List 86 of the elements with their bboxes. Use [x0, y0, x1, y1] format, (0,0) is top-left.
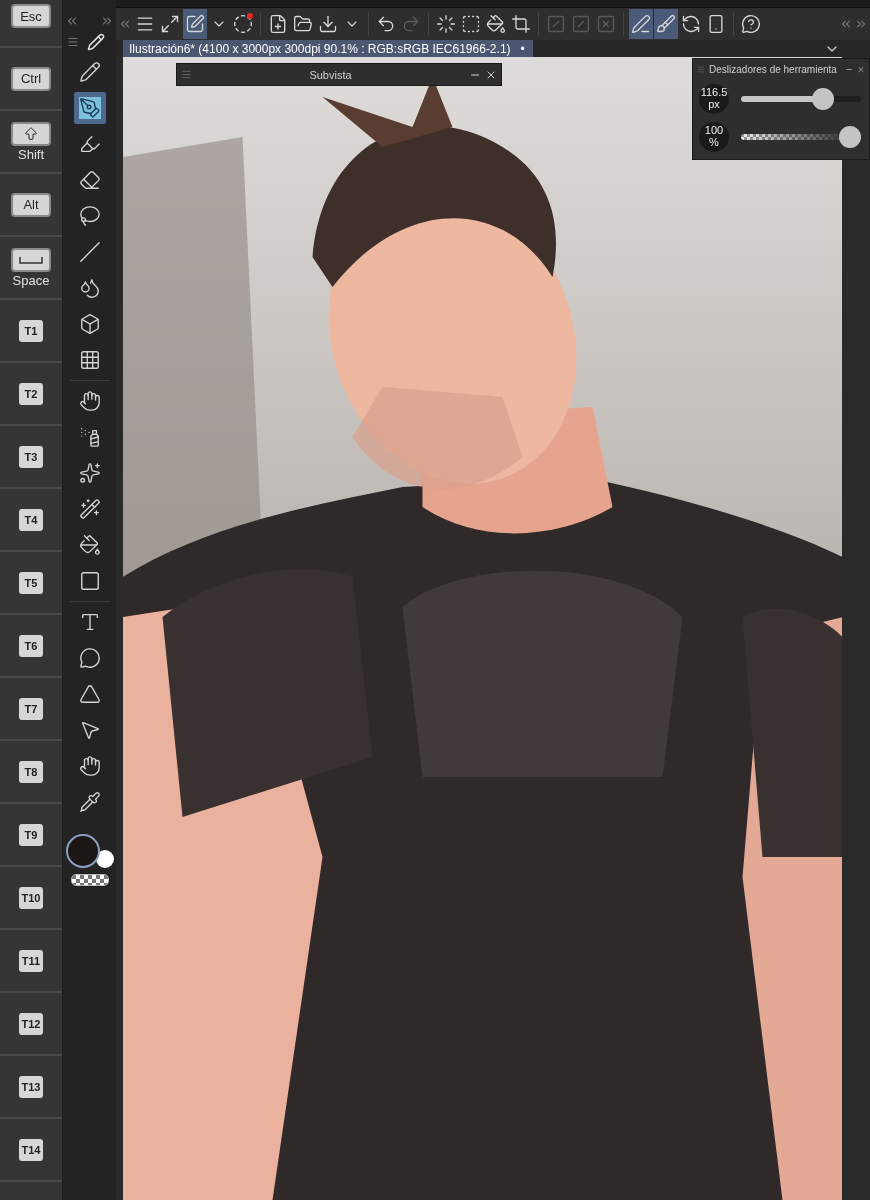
edit-icon: [631, 14, 651, 34]
key-button[interactable]: Ctrl: [11, 66, 51, 91]
key-button[interactable]: T12: [19, 1012, 43, 1035]
sparkles-icon: [78, 462, 101, 484]
space-bar-icon: [18, 254, 44, 265]
slashed-square-icon: [546, 14, 566, 34]
toolbar-button[interactable]: [629, 9, 653, 39]
key-button[interactable]: [11, 121, 51, 146]
key-caption: Space: [12, 272, 50, 288]
eyedropper-icon: [78, 791, 101, 813]
key-button[interactable]: T2: [19, 382, 43, 405]
key-button[interactable]: Esc: [11, 4, 51, 28]
key-button[interactable]: T11: [19, 949, 43, 972]
hand-icon: [78, 390, 101, 412]
main-color-swatch[interactable]: [65, 834, 100, 868]
tool-button[interactable]: [73, 92, 106, 124]
crop-icon: [511, 14, 531, 34]
brush-icon: [656, 14, 676, 34]
expand-icon[interactable]: [854, 17, 868, 31]
key-button[interactable]: [11, 247, 51, 272]
triangle-icon: [78, 683, 101, 705]
expand-icon: [160, 14, 180, 34]
key-button[interactable]: T5: [19, 571, 43, 594]
toolbar-button[interactable]: [654, 9, 678, 39]
slashed-square-icon: [571, 14, 591, 34]
paint-bucket-icon: [486, 14, 506, 34]
pen-icon: [78, 97, 101, 119]
shift-arrow-icon: [23, 125, 39, 142]
slider-reading: 100 %: [699, 122, 729, 152]
notification-dot: [247, 13, 253, 19]
key-button[interactable]: T10: [19, 886, 43, 909]
key-button[interactable]: T3: [19, 445, 43, 468]
slider-track[interactable]: [741, 126, 861, 148]
key-button[interactable]: T1: [19, 319, 43, 342]
speech-balloon-icon: [78, 647, 101, 669]
magic-wand-icon: [78, 498, 101, 520]
key-button[interactable]: T13: [19, 1075, 43, 1098]
slider-thumb[interactable]: [839, 126, 861, 148]
slider-reading: 116.5 px: [699, 84, 729, 114]
cube-icon: [78, 313, 101, 335]
document-tab[interactable]: Ilustración6* (4100 x 3000px 300dpi 90.1% : RGB:sRGB IEC61966-2.1) •: [123, 40, 533, 57]
line-icon: [78, 241, 101, 263]
key-button[interactable]: T4: [19, 508, 43, 531]
gradient-icon: [78, 570, 101, 592]
drops-icon: [78, 277, 101, 299]
hand-icon: [78, 755, 101, 777]
pencil-icon[interactable]: [87, 33, 105, 51]
folder-icon: [293, 14, 313, 34]
key-button[interactable]: Alt: [11, 192, 51, 217]
marker-icon: [78, 133, 101, 155]
key-button[interactable]: T8: [19, 760, 43, 783]
redo-icon: [401, 14, 421, 34]
collapse-icon[interactable]: [839, 17, 853, 31]
rotate-icon: [681, 14, 701, 34]
lasso-icon: [78, 205, 101, 227]
new-file-icon: [268, 14, 288, 34]
slider-track[interactable]: [741, 88, 861, 110]
panel-title: Subvista: [309, 68, 352, 81]
spinner-icon: [436, 14, 456, 34]
key-button[interactable]: T9: [19, 823, 43, 846]
menu-icon[interactable]: [67, 36, 79, 48]
tray-icon: [318, 14, 338, 34]
transparent-color-swatch[interactable]: [70, 874, 109, 886]
key-button[interactable]: T7: [19, 697, 43, 720]
key-button[interactable]: T6: [19, 634, 43, 657]
eraser-icon: [78, 169, 101, 191]
key-button[interactable]: T14: [19, 1138, 43, 1161]
crossed-square-icon: [596, 14, 616, 34]
undo-icon: [376, 14, 396, 34]
dashed-square-icon: [461, 14, 481, 34]
slider-thumb[interactable]: [811, 88, 834, 110]
square-pen-icon: [185, 14, 205, 34]
panel-title: Deslizadores de herramienta: [709, 64, 837, 75]
key-caption: Shift: [18, 146, 44, 162]
collapse-icon[interactable]: [118, 17, 132, 31]
modified-mark: •: [520, 41, 525, 56]
spiral-icon: [233, 14, 253, 34]
pencil-icon: [78, 61, 101, 83]
grid-icon: [78, 349, 101, 371]
spray-icon: [78, 426, 101, 448]
toolbar-button[interactable]: [183, 9, 207, 39]
document-title: Ilustración6* (4100 x 3000px 300dpi 90.1% : RGB:sRGB IEC61966-2.1): [129, 41, 511, 56]
expand-icon[interactable]: [100, 14, 114, 28]
collapse-icon[interactable]: [65, 14, 79, 28]
help-icon: [741, 14, 761, 34]
paint-bucket-icon: [78, 534, 101, 556]
